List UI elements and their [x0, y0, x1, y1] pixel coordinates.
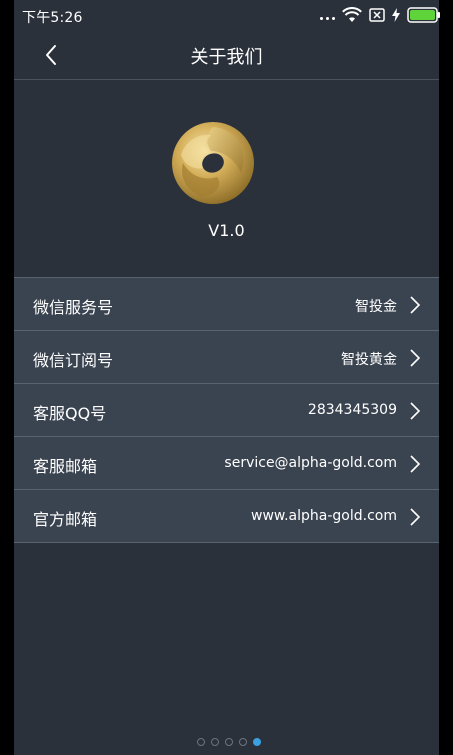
info-list: 微信服务号 智投金 微信订阅号 智投黄金 客服QQ号 2834345309 客服…: [14, 277, 439, 543]
row-value: www.alpha-gold.com: [251, 508, 397, 524]
row-value: 2834345309: [307, 402, 397, 418]
row-value: service@alpha-gold.com: [224, 455, 397, 471]
row-label: 客服邮箱: [33, 457, 98, 476]
app-version: V1.0: [208, 221, 245, 240]
row-label: 客服QQ号: [33, 404, 107, 423]
app-logo: [172, 122, 254, 204]
row-label: 官方邮箱: [33, 510, 98, 529]
page-dot[interactable]: [238, 738, 247, 746]
page-dot-active[interactable]: [252, 738, 261, 746]
page-dot[interactable]: [196, 738, 205, 746]
row-value: 智投黄金: [341, 352, 397, 368]
battery-icon: [407, 7, 440, 23]
chevron-right-icon: [410, 402, 421, 420]
page-indicator: [0, 738, 453, 748]
row-label: 微信订阅号: [33, 351, 114, 370]
status-bar: 下午5:26: [0, 0, 453, 30]
chevron-right-icon: [410, 349, 421, 367]
official-site-row[interactable]: 官方邮箱 www.alpha-gold.com: [14, 490, 439, 543]
row-value: 智投金: [355, 299, 397, 315]
wechat-service-account-row[interactable]: 微信服务号 智投金: [14, 278, 439, 331]
page-dot[interactable]: [210, 738, 219, 746]
page-title: 关于我们: [190, 47, 263, 68]
sim-card-icon: [369, 8, 385, 22]
status-time: 下午5:26: [22, 10, 83, 26]
chevron-right-icon: [410, 508, 421, 526]
charging-icon: [392, 8, 400, 22]
wechat-subscription-row[interactable]: 微信订阅号 智投黄金: [14, 331, 439, 384]
status-icons: [320, 5, 441, 25]
chevron-right-icon: [410, 296, 421, 314]
row-label: 微信服务号: [33, 298, 114, 317]
page-dot[interactable]: [224, 738, 233, 746]
device-frame: 下午5:26 关于我们 V1.0 微信服务号 智投金 微信订阅号 智投黄金 客服…: [0, 0, 453, 755]
wifi-icon: [342, 7, 362, 22]
header-bar: 关于我们: [14, 30, 439, 80]
chevron-right-icon: [410, 455, 421, 473]
more-dots-icon: [320, 16, 335, 20]
support-email-row[interactable]: 客服邮箱 service@alpha-gold.com: [14, 437, 439, 490]
support-qq-row[interactable]: 客服QQ号 2834345309: [14, 384, 439, 437]
